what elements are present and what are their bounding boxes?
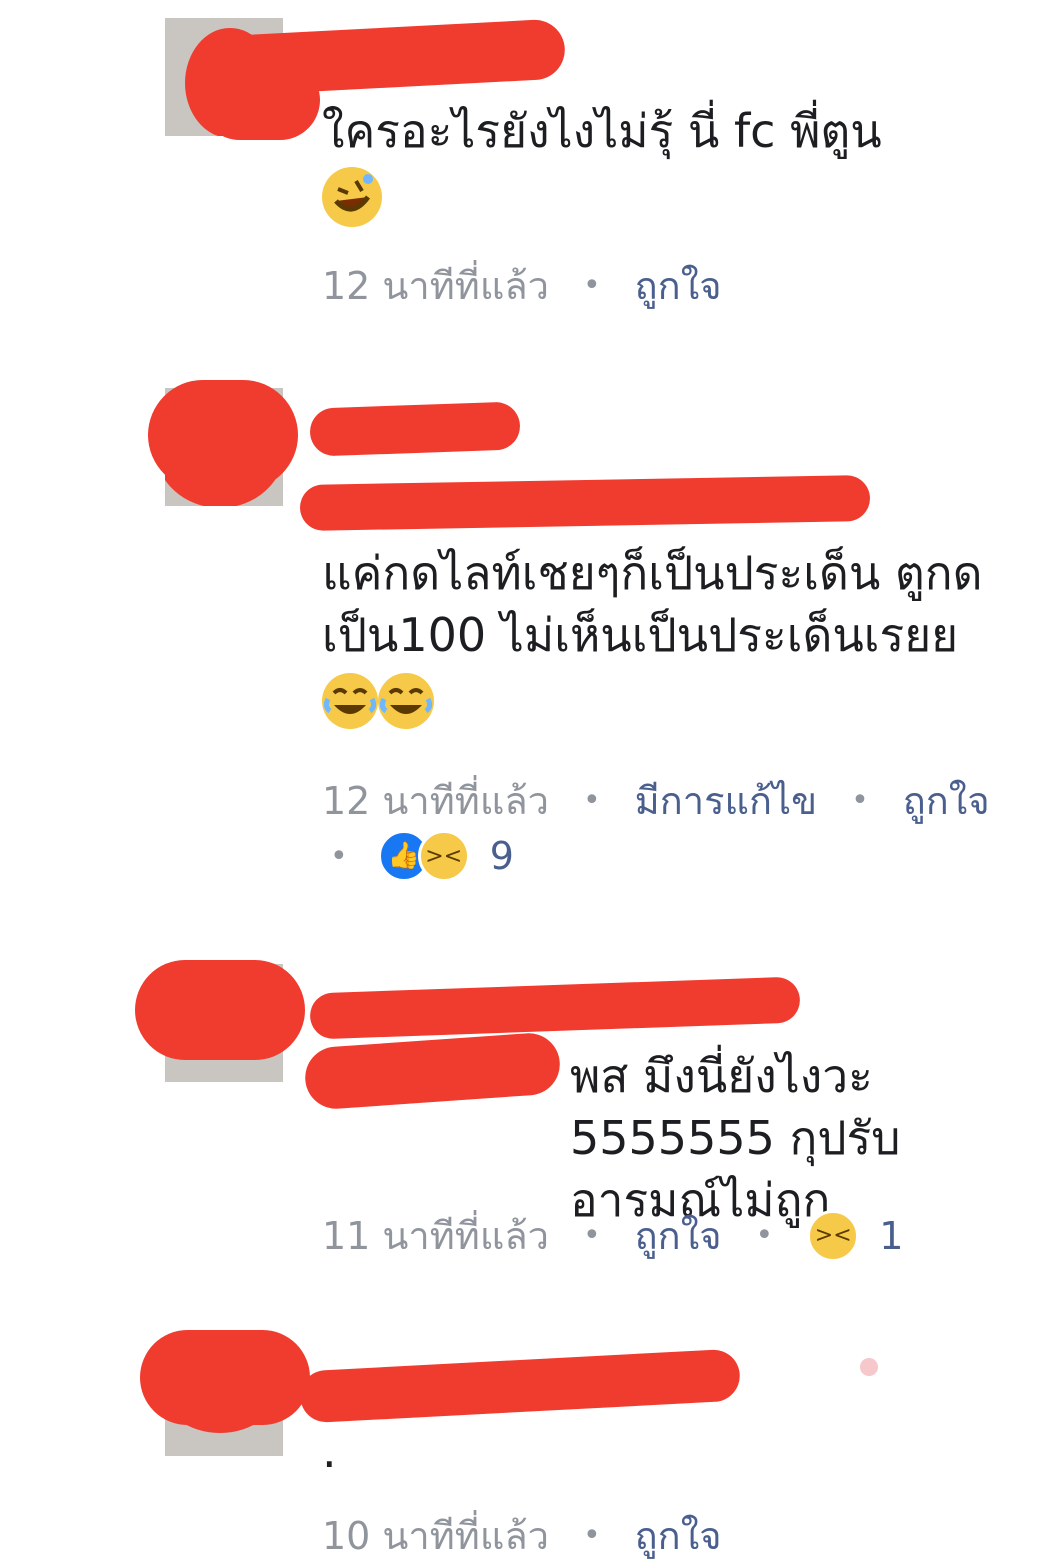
like-link[interactable]: ถูกใจ	[635, 1505, 722, 1566]
comment-text: .	[322, 1420, 1022, 1482]
redacted-author-name	[140, 1330, 310, 1425]
comment-text-content: ใครอะไรยังไงไม่รุ้ นี่ fc พี่ตูน	[322, 104, 882, 158]
edited-link[interactable]: มีการแก้ไข	[635, 770, 817, 831]
reaction-count: 1	[879, 1213, 904, 1258]
separator-dot: •	[582, 268, 601, 303]
separator-dot: •	[851, 783, 869, 818]
comment-text-content: พส มึงนี่ยังไงวะ 5555555 กุปรับอารมณ์ไม่…	[570, 1049, 901, 1227]
joy-icon	[378, 672, 434, 729]
separator-dot: •	[330, 838, 348, 874]
timestamp: 11 นาทีที่แล้ว	[322, 1214, 549, 1258]
comment-meta: 10 นาทีที่แล้ว • ถูกใจ	[322, 1505, 722, 1566]
comment-text: พส มึงนี่ยังไงวะ 5555555 กุปรับอารมณ์ไม่…	[570, 1045, 1030, 1231]
reaction-summary[interactable]: 👍 >< 9	[377, 830, 514, 882]
comment-text-content: .	[322, 1424, 337, 1478]
like-link[interactable]: ถูกใจ	[635, 255, 722, 316]
comment-text: ใครอะไรยังไงไม่รุ้ นี่ fc พี่ตูน	[322, 100, 1022, 227]
separator-dot: •	[582, 783, 601, 818]
redacted-author-name	[148, 380, 298, 490]
comment-text: แค่กดไลท์เชยๆก็เป็นประเด็น ตูกดเป็น100 ไ…	[322, 542, 1022, 729]
comment-meta: 12 นาทีที่แล้ว • ถูกใจ	[322, 255, 722, 316]
timestamp: 12 นาทีที่แล้ว	[322, 264, 549, 308]
rolling-on-floor-laughing-icon	[322, 166, 382, 227]
comment-text-content: แค่กดไลท์เชยๆก็เป็นประเด็น ตูกดเป็น100 ไ…	[322, 546, 983, 662]
redacted-author-name	[303, 1031, 562, 1111]
haha-reaction-icon: ><	[417, 830, 470, 882]
redacted-author-name	[298, 1348, 742, 1424]
redacted-author-name	[309, 976, 801, 1040]
timestamp: 10 นาทีที่แล้ว	[322, 1514, 549, 1558]
separator-dot: •	[582, 1518, 601, 1553]
like-link[interactable]: ถูกใจ	[635, 1205, 722, 1266]
separator-dot: •	[755, 1218, 774, 1253]
comment-reactions: • 👍 >< 9	[330, 830, 514, 882]
like-link[interactable]: ถูกใจ	[903, 770, 990, 831]
redacted-author-name	[309, 401, 521, 457]
joy-icon	[322, 672, 378, 729]
redacted-author-name	[299, 475, 871, 531]
reaction-count: 9	[489, 834, 514, 878]
unread-indicator-dot	[860, 1358, 878, 1376]
redacted-author-name	[200, 60, 320, 140]
comment-meta: 11 นาทีที่แล้ว • ถูกใจ • >< 1	[322, 1205, 903, 1266]
comment-meta: 12 นาทีที่แล้ว • มีการแก้ไข • ถูกใจ	[322, 770, 990, 831]
separator-dot: •	[582, 1218, 601, 1253]
haha-reaction-icon: ><	[807, 1209, 860, 1262]
redacted-author-name	[135, 960, 305, 1060]
timestamp: 12 นาทีที่แล้ว	[322, 779, 549, 823]
reaction-summary[interactable]: >< 1	[807, 1209, 904, 1262]
